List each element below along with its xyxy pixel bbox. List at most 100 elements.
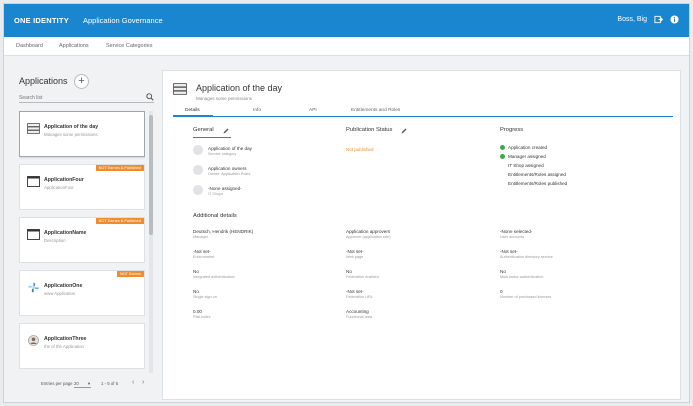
app-window: ONE IDENTITY Application Governance Boss… <box>3 3 690 403</box>
detail-integrated-auth: No Integrated authentication <box>193 269 235 279</box>
search-input[interactable] <box>19 93 154 103</box>
progress-step-label: Manager assigned <box>508 154 546 159</box>
application-window-icon <box>27 229 40 240</box>
application-window-icon <box>27 176 40 187</box>
detail-sso: No Single sign on <box>193 289 217 299</box>
detail-manager: Deutsch, Hendrik (HENDRIK) Manager <box>193 229 253 239</box>
item-name: ApplicationName <box>44 230 87 236</box>
detail-auth-directory: -Not set- Authentication directory servi… <box>500 249 553 259</box>
manager-value: Deutsch, Hendrik (HENDRIK) <box>193 229 254 234</box>
tab-info[interactable]: Info <box>253 108 261 113</box>
approvers-label: Approver (application role) <box>346 235 391 239</box>
general-heading: General <box>193 127 214 133</box>
application-details-panel: Application of the day Manages some perm… <box>162 70 681 400</box>
item-description: www Application <box>44 291 76 296</box>
search-icon[interactable] <box>146 93 154 101</box>
detail-federation-url: -Not set- Federation URL <box>346 289 373 299</box>
info-icon[interactable] <box>670 15 679 24</box>
environment-value: -Not set- <box>193 249 211 254</box>
list-item[interactable]: ApplicationThree the of the Application <box>19 323 145 369</box>
tab-entitlements-roles[interactable]: Entitlements and Roles <box>351 108 400 113</box>
manager-label: Manager <box>193 235 208 239</box>
functional-area-value: Accounting <box>346 309 369 314</box>
user-accounts-value: -None selected- <box>500 229 533 234</box>
sso-label: Single sign on <box>193 295 217 299</box>
next-page-button[interactable]: › <box>142 379 144 386</box>
detail-title: Application of the day <box>196 83 283 93</box>
it-shop-icon <box>193 185 203 195</box>
page-size-select[interactable]: 20 ▾ <box>74 380 91 388</box>
tab-details[interactable]: Details <box>185 108 200 113</box>
additional-details-heading: Additional details <box>193 213 237 219</box>
status-badge: NOT Earnes & Published <box>95 165 144 171</box>
category-value: Application of the day <box>208 146 252 151</box>
tab-api[interactable]: API <box>309 108 317 113</box>
federation-url-value: -Not set- <box>346 289 364 294</box>
item-name: ApplicationFour <box>44 177 84 183</box>
page-size-value: 20 <box>74 381 79 386</box>
detail-risk-index: 0.00 Risk index <box>193 309 211 319</box>
user-menu[interactable]: Boss, Big <box>617 16 647 23</box>
brand-logo[interactable]: ONE IDENTITY <box>14 16 69 25</box>
progress-heading: Progress <box>500 127 524 133</box>
status-badge: NOT Earnes <box>116 271 144 277</box>
mfa-value: No <box>500 269 506 274</box>
progress-step: IT Shop assigned <box>508 163 544 168</box>
publication-status: Not published <box>346 147 374 152</box>
check-icon <box>500 154 505 159</box>
list-item[interactable]: Application of the day Manages some perm… <box>19 111 145 157</box>
federation-enabled-value: No <box>346 269 352 274</box>
list-item[interactable]: NOT Earnes ApplicationOne www Applicatio… <box>19 270 145 316</box>
status-badge: NOT Earnes & Published <box>95 218 144 224</box>
nav-service-categories[interactable]: Service Categories <box>106 43 152 49</box>
user-accounts-label: User accounts <box>500 235 525 239</box>
itshops-label: IT Shops <box>208 191 224 196</box>
auth-directory-value: -Not set- <box>500 249 518 254</box>
user-avatar-icon <box>28 335 39 346</box>
page-range: 1 - 5 of 5 <box>101 381 118 386</box>
application-list: Application of the day Manages some perm… <box>19 111 145 373</box>
add-application-button[interactable]: + <box>74 74 89 89</box>
app-title: Application Governance <box>83 16 163 25</box>
progress-step: Entitlements/Roles assigned <box>508 172 566 177</box>
sso-value: No <box>193 289 199 294</box>
detail-tabs: Details Info API Entitlements and Roles <box>173 105 673 117</box>
logout-icon[interactable] <box>654 15 663 24</box>
progress-step-label: Application created <box>508 145 548 150</box>
panel-title: Applications <box>19 76 68 86</box>
applications-panel: Applications + Application of the day Ma… <box>11 66 157 396</box>
approvers-value: Application approvers <box>346 229 391 234</box>
detail-mfa: No Multi-factor authentication <box>500 269 543 279</box>
functional-area-label: Functional area <box>346 315 373 319</box>
list-scrollbar[interactable] <box>149 111 153 373</box>
main-content: Applications + Application of the day Ma… <box>4 56 689 402</box>
item-name: ApplicationThree <box>44 336 87 342</box>
federation-url-label: Federation URL <box>346 295 373 299</box>
risk-index-label: Risk index <box>193 315 211 319</box>
detail-approvers: Application approvers Approver (applicat… <box>346 229 391 239</box>
item-name: Application of the day <box>44 124 99 130</box>
risk-index-value: 0.00 <box>193 309 202 314</box>
progress-step: Manager assigned <box>500 154 546 159</box>
edit-general-icon[interactable] <box>223 128 229 134</box>
licenses-value: 0 <box>500 289 503 294</box>
application-stack-icon <box>173 83 187 95</box>
active-tab-indicator <box>173 115 213 117</box>
detail-user-accounts: -None selected- User accounts <box>500 229 532 239</box>
nav-applications[interactable]: Applications <box>59 43 89 49</box>
top-bar: ONE IDENTITY Application Governance Boss… <box>4 4 689 37</box>
previous-page-button[interactable]: ‹ <box>132 379 134 386</box>
edit-publication-icon[interactable] <box>401 128 407 134</box>
publication-heading: Publication Status <box>346 127 393 133</box>
federation-enabled-label: Federation enabled <box>346 275 379 279</box>
sub-navigation: Dashboard Applications Service Categorie… <box>4 37 689 56</box>
integrated-auth-value: No <box>193 269 199 274</box>
nav-dashboard[interactable]: Dashboard <box>16 43 43 49</box>
list-item[interactable]: NOT Earnes & Published ApplicationName D… <box>19 217 145 263</box>
mfa-label: Multi-factor authentication <box>500 275 544 279</box>
general-underline <box>193 137 231 138</box>
scrollbar-thumb[interactable] <box>149 115 153 235</box>
owners-label: Owner: Application Roles <box>208 171 251 176</box>
list-item[interactable]: NOT Earnes & Published ApplicationFour A… <box>19 164 145 210</box>
owners-icon <box>193 165 203 175</box>
